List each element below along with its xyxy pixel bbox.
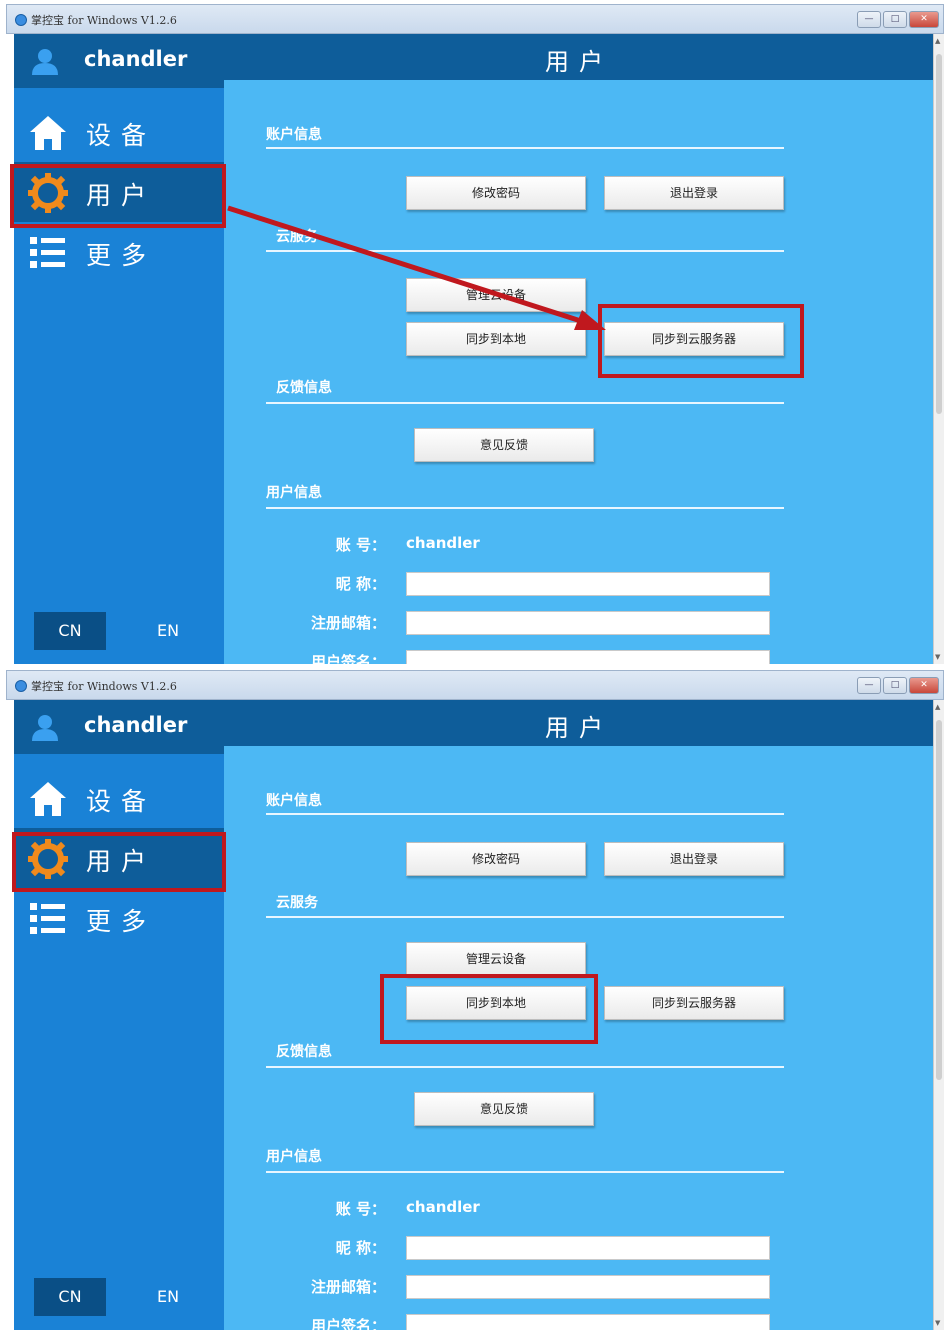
user-profile: chandler — [14, 700, 224, 754]
home-icon — [30, 782, 66, 816]
highlight-box-sync-local — [380, 974, 598, 1044]
user-name: chandler — [84, 713, 188, 737]
page-title: 用户 — [545, 714, 613, 742]
screenshot-step-1: 掌控宝 for Windows V1.2.6 — □ ✕ chandler 设备 — [6, 4, 944, 664]
sync-to-cloud-button[interactable]: 同步到云服务器 — [604, 986, 784, 1020]
minimize-button[interactable]: — — [857, 677, 881, 694]
app-logo-icon — [15, 680, 27, 692]
sidebar-item-label: 更多 — [86, 907, 157, 936]
email-input[interactable] — [406, 1275, 770, 1299]
logout-button[interactable]: 退出登录 — [604, 842, 784, 876]
maximize-button[interactable]: □ — [883, 677, 907, 694]
section-divider — [266, 813, 784, 815]
feedback-button[interactable]: 意见反馈 — [414, 1092, 594, 1126]
section-divider — [266, 1066, 784, 1068]
window-title: 掌控宝 for Windows V1.2.6 — [31, 680, 177, 693]
screenshot-step-2: 掌控宝 for Windows V1.2.6 — □ ✕ chandler 设备 — [6, 670, 944, 1330]
sidebar-item-label: 设备 — [86, 787, 157, 816]
signature-input[interactable] — [406, 1314, 770, 1330]
account-label: 账 号： — [335, 1200, 386, 1218]
highlight-box-user-nav — [12, 832, 226, 892]
page-header: 用户 — [224, 700, 934, 746]
sidebar-item-devices[interactable]: 设备 — [14, 768, 224, 828]
manage-cloud-devices-button[interactable]: 管理云设备 — [406, 942, 586, 976]
scroll-down-icon[interactable]: ▼ — [935, 1319, 940, 1327]
sidebar-item-more[interactable]: 更多 — [14, 888, 224, 948]
close-button[interactable]: ✕ — [909, 677, 939, 694]
scrollbar-thumb[interactable] — [936, 720, 942, 1080]
scroll-up-icon[interactable]: ▲ — [935, 703, 940, 711]
section-title-account: 账户信息 — [266, 793, 322, 809]
language-cn-button[interactable]: CN — [34, 1278, 106, 1316]
account-value: chandler — [406, 1198, 480, 1216]
signature-label: 用户签名： — [310, 1317, 386, 1330]
arrow-annotation — [227, 205, 606, 330]
language-en-button[interactable]: EN — [132, 1278, 204, 1316]
section-title-cloud: 云服务 — [276, 895, 318, 911]
section-title-feedback: 反馈信息 — [276, 1044, 332, 1060]
sidebar: chandler 设备 用户 更多 CN EN — [14, 700, 224, 1330]
nickname-label: 昵 称： — [335, 1239, 386, 1257]
section-divider — [266, 916, 784, 918]
change-password-button[interactable]: 修改密码 — [406, 842, 586, 876]
user-avatar-icon — [32, 715, 58, 741]
section-divider — [266, 1171, 784, 1173]
email-label: 注册邮箱： — [310, 1278, 386, 1296]
nickname-input[interactable] — [406, 1236, 770, 1260]
window-titlebar: 掌控宝 for Windows V1.2.6 — □ ✕ — [6, 670, 944, 700]
section-title-userinfo: 用户信息 — [266, 1149, 322, 1165]
vertical-scrollbar[interactable]: ▲ ▼ — [933, 700, 944, 1330]
list-icon — [30, 903, 65, 934]
